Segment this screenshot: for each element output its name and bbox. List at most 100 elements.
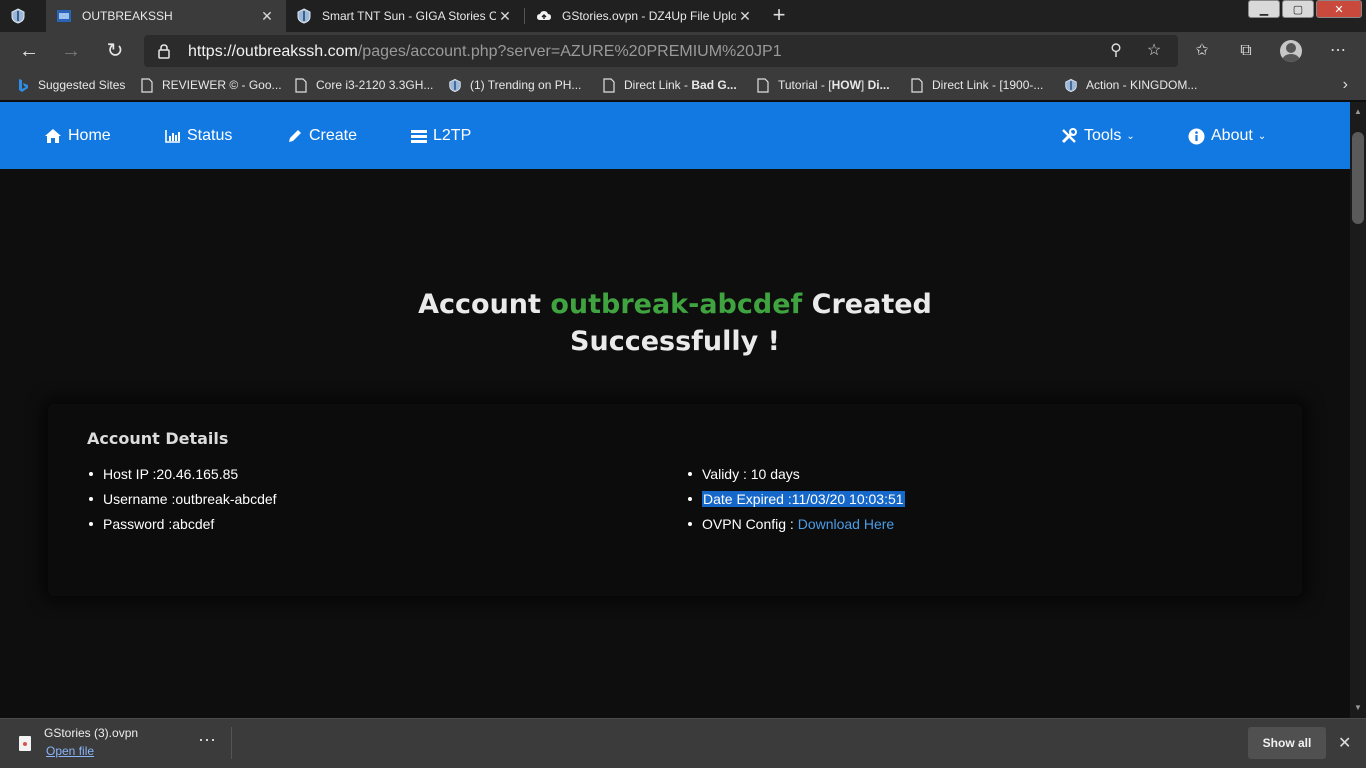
bookmark-reviewer[interactable]: REVIEWER © - Goo... bbox=[140, 76, 282, 94]
nav-label: Status bbox=[187, 127, 233, 144]
maximize-button[interactable]: ▢ bbox=[1282, 0, 1314, 18]
address-bar[interactable]: https://outbreakssh.com/pages/account.ph… bbox=[144, 35, 1178, 67]
profile-avatar[interactable] bbox=[1280, 40, 1302, 62]
nav-status[interactable]: Status bbox=[165, 124, 232, 148]
account-name: outbreak-abcdef bbox=[550, 289, 803, 320]
bookmark-label-bold: Di... bbox=[867, 78, 890, 92]
back-arrow-icon[interactable]: ← bbox=[14, 36, 44, 66]
url-path: /pages/account.php?server=AZURE%20PREMIU… bbox=[357, 43, 782, 60]
file-icon bbox=[19, 736, 31, 751]
home-icon bbox=[44, 128, 62, 144]
nav-label: About bbox=[1211, 127, 1253, 144]
ovpn-config: OVPN Config : Download Here bbox=[686, 515, 905, 540]
new-tab-button[interactable]: + bbox=[764, 2, 794, 30]
vertical-scrollbar[interactable]: ▲ ▼ bbox=[1350, 102, 1366, 718]
tools-icon bbox=[1060, 127, 1078, 145]
show-all-button[interactable]: Show all bbox=[1248, 727, 1326, 759]
divider bbox=[231, 727, 232, 759]
cloud-upload-icon bbox=[536, 8, 552, 24]
scrollbar-thumb[interactable] bbox=[1352, 132, 1364, 224]
bookmark-direct-link-1900[interactable]: Direct Link - [1900-... bbox=[910, 76, 1043, 94]
nav-tools[interactable]: Tools ⌄ bbox=[1060, 124, 1135, 148]
bookmark-tutorial[interactable]: Tutorial - [HOW] Di... bbox=[756, 76, 890, 94]
reload-icon[interactable]: ↻ bbox=[100, 36, 130, 66]
download-link[interactable]: Download Here bbox=[798, 516, 895, 532]
password: Password :abcdef bbox=[87, 515, 277, 540]
nav-home[interactable]: Home bbox=[44, 124, 111, 148]
tab-pinned[interactable] bbox=[0, 0, 46, 32]
scroll-up-icon[interactable]: ▲ bbox=[1350, 104, 1366, 120]
star-icon[interactable]: ☆ bbox=[1144, 41, 1164, 61]
favorites-icon[interactable]: ✩ bbox=[1190, 39, 1214, 63]
vpn-shield-icon bbox=[10, 8, 26, 24]
details-list-right: Validy : 10 days Date Expired :11/03/20 … bbox=[686, 465, 905, 540]
site-navbar: Home Status Create L2TP Tools ⌄ About ⌄ bbox=[0, 102, 1350, 169]
web-page: Home Status Create L2TP Tools ⌄ About ⌄ … bbox=[0, 102, 1350, 718]
date-expired-selected: Date Expired :11/03/20 10:03:51 bbox=[702, 491, 905, 507]
nav-l2tp[interactable]: L2TP bbox=[411, 124, 471, 148]
site-favicon-icon bbox=[56, 8, 72, 24]
bookmark-label: Tutorial - [ bbox=[778, 78, 832, 92]
vpn-shield-icon bbox=[448, 77, 462, 93]
url-text[interactable]: https://outbreakssh.com/pages/account.ph… bbox=[188, 43, 782, 61]
bookmark-direct-link-bad[interactable]: Direct Link - Bad G... bbox=[602, 76, 737, 94]
bookmark-action-kingdom[interactable]: Action - KINGDOM... bbox=[1064, 76, 1197, 94]
date-expired-item: Date Expired :11/03/20 10:03:51 bbox=[686, 490, 905, 515]
browser-toolbar: ← → ↻ https://outbreakssh.com/pages/acco… bbox=[0, 32, 1366, 70]
bookmark-label: Direct Link - [1900-... bbox=[932, 78, 1044, 92]
tab-outbreakssh[interactable]: OUTBREAKSSH ✕ bbox=[46, 0, 286, 32]
scroll-down-icon[interactable]: ▼ bbox=[1350, 700, 1366, 716]
close-icon[interactable]: ✕ bbox=[1338, 733, 1351, 753]
download-file-name[interactable]: GStories (3).ovpn bbox=[44, 726, 138, 740]
nav-about[interactable]: About ⌄ bbox=[1188, 124, 1266, 148]
validity: Validy : 10 days bbox=[686, 465, 905, 490]
vpn-shield-icon bbox=[1064, 77, 1078, 93]
chevron-down-icon: ⌄ bbox=[1257, 130, 1267, 142]
card-title: Account Details bbox=[87, 429, 229, 448]
bookmarks-bar: Suggested Sites REVIEWER © - Goo... Core… bbox=[0, 70, 1366, 100]
tab-gstories[interactable]: GStories.ovpn - DZ4Up File Uploa ✕ bbox=[526, 0, 764, 32]
tab-title: GStories.ovpn - DZ4Up File Uploa bbox=[562, 9, 736, 23]
bookmark-trending[interactable]: (1) Trending on PH... bbox=[448, 76, 581, 94]
nav-label: Home bbox=[68, 127, 111, 144]
page-icon bbox=[756, 77, 770, 93]
bookmark-label: Suggested Sites bbox=[38, 78, 126, 92]
close-icon[interactable]: ✕ bbox=[496, 8, 514, 25]
bookmark-label: REVIEWER © - Goo... bbox=[162, 78, 282, 92]
zoom-key-icon[interactable]: ⚲ bbox=[1106, 41, 1126, 61]
forward-arrow-icon[interactable]: → bbox=[56, 36, 86, 66]
account-details-card: Account Details Host IP :20.46.165.85 Us… bbox=[48, 404, 1302, 596]
tab-title: Smart TNT Sun - GIGA Stories OV bbox=[322, 9, 496, 23]
window-controls: ▁ ▢ ✕ bbox=[1248, 0, 1362, 20]
page-icon bbox=[602, 77, 616, 93]
bookmark-label: Core i3-2120 3.3GH... bbox=[316, 78, 434, 92]
nav-create[interactable]: Create bbox=[287, 124, 357, 148]
title-line-2: Successfully ! bbox=[570, 326, 780, 357]
download-shelf: GStories (3).ovpn Open file ⋯ Show all ✕ bbox=[0, 718, 1366, 768]
bookmark-label-bold: Bad G... bbox=[691, 78, 737, 92]
page-icon bbox=[294, 77, 308, 93]
more-options-icon[interactable]: ⋯ bbox=[198, 730, 217, 751]
tab-smart-tnt[interactable]: Smart TNT Sun - GIGA Stories OV ✕ bbox=[286, 0, 524, 32]
lock-icon bbox=[156, 43, 172, 59]
bookmark-suggested-sites[interactable]: Suggested Sites bbox=[16, 76, 125, 94]
chevron-right-icon[interactable]: › bbox=[1343, 76, 1348, 94]
window-close-button[interactable]: ✕ bbox=[1316, 0, 1362, 18]
bookmark-label: (1) Trending on PH... bbox=[470, 78, 582, 92]
open-file-link[interactable]: Open file bbox=[46, 744, 94, 758]
more-menu-icon[interactable]: ⋯ bbox=[1326, 39, 1350, 63]
nav-label: L2TP bbox=[433, 127, 472, 144]
bookmark-label: ] bbox=[860, 78, 865, 92]
page-icon bbox=[910, 77, 924, 93]
vpn-shield-icon bbox=[296, 8, 312, 24]
url-host: https://outbreakssh.com bbox=[188, 43, 358, 60]
bing-icon bbox=[16, 77, 30, 93]
bookmark-core-i3[interactable]: Core i3-2120 3.3GH... bbox=[294, 76, 433, 94]
close-icon[interactable]: ✕ bbox=[736, 8, 754, 25]
minimize-button[interactable]: ▁ bbox=[1248, 0, 1280, 18]
nav-label: Tools bbox=[1084, 127, 1122, 144]
bookmark-label: Direct Link - bbox=[624, 78, 689, 92]
close-icon[interactable]: ✕ bbox=[258, 8, 276, 25]
collections-icon[interactable]: ⧉ bbox=[1234, 39, 1258, 63]
bookmark-label-bold: HOW bbox=[831, 78, 861, 92]
